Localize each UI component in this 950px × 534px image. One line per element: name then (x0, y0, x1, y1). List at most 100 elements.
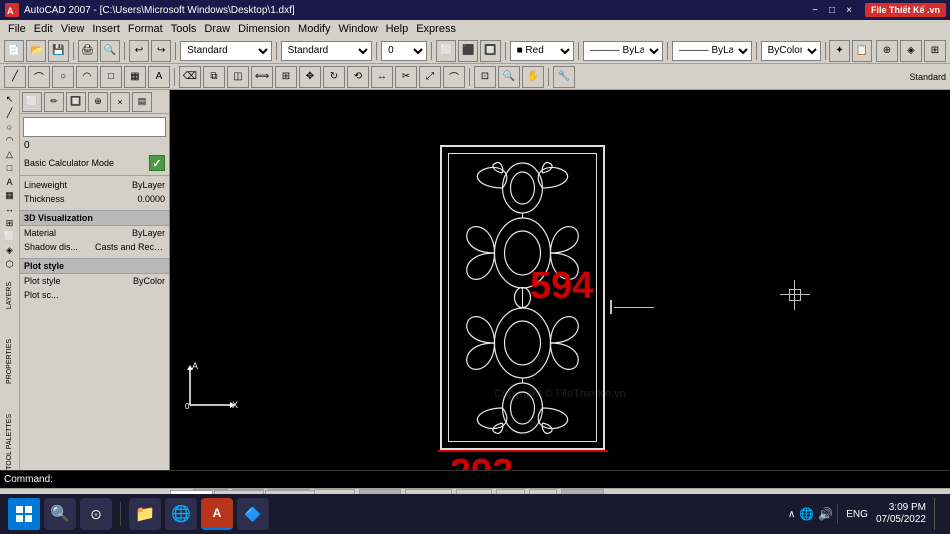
props-icon1[interactable]: ⬜ (22, 92, 42, 112)
erase-btn[interactable]: ⌫ (179, 66, 201, 88)
hatch-btn[interactable]: ▦ (124, 66, 146, 88)
draw-line-tool[interactable]: ╱ (2, 108, 18, 120)
arc-btn[interactable]: ◠ (76, 66, 98, 88)
canvas-area[interactable]: 594 293 X A 0 Copyright © FileThietKe.vn (170, 90, 950, 470)
fillet-btn[interactable]: ⌒ (443, 66, 465, 88)
draw-dim-tool[interactable]: ↔ (2, 204, 18, 216)
offset-btn[interactable]: ⟺ (251, 66, 273, 88)
undo-btn[interactable]: ↩ (129, 40, 149, 62)
menu-dimension[interactable]: Dimension (234, 22, 294, 36)
menu-help[interactable]: Help (382, 22, 413, 36)
taskbar-chrome[interactable]: 🌐 (165, 498, 197, 530)
menu-format[interactable]: Format (124, 22, 167, 36)
rotate-btn[interactable]: ↻ (323, 66, 345, 88)
plotstyle-dropdown[interactable]: ByColor (761, 41, 821, 61)
menu-view[interactable]: View (57, 22, 89, 36)
extend-btn[interactable]: ⤢ (419, 66, 441, 88)
redo-btn[interactable]: ↪ (151, 40, 171, 62)
draw-snap-tool[interactable]: ◈ (2, 245, 18, 257)
preview-btn[interactable]: 🔍 (100, 40, 120, 62)
close-button[interactable]: × (841, 3, 857, 17)
draw-text-tool[interactable]: A (2, 176, 18, 188)
start-button[interactable] (8, 498, 40, 530)
tray-sound[interactable]: 🔊 (818, 507, 833, 521)
layer-btn1[interactable]: ⬜ (436, 40, 456, 62)
toolpalettes-label[interactable]: TOOL PALETTES (6, 414, 13, 470)
command-input[interactable] (53, 474, 946, 485)
draw-arc-tool[interactable]: ◠ (2, 135, 18, 147)
save-btn[interactable]: 💾 (48, 40, 68, 62)
props-icon2[interactable]: ✏ (44, 92, 64, 112)
properties-label[interactable]: PROPERTIES (6, 339, 13, 384)
minimize-button[interactable]: − (807, 3, 823, 17)
draw-rect-tool[interactable]: □ (2, 162, 18, 174)
trim-btn[interactable]: ✂ (395, 66, 417, 88)
props-icon5[interactable]: × (110, 92, 130, 112)
layer-btn3[interactable]: 🔲 (480, 40, 500, 62)
rect-btn[interactable]: □ (100, 66, 122, 88)
menu-draw[interactable]: Draw (200, 22, 234, 36)
menu-tools[interactable]: Tools (167, 22, 201, 36)
shadow-key: Shadow dis... (24, 242, 78, 252)
open-btn[interactable]: 📂 (26, 40, 46, 62)
maximize-button[interactable]: □ (824, 3, 840, 17)
color-dropdown[interactable]: ■ Red (510, 41, 574, 61)
ortho-btn[interactable]: ⊕ (876, 40, 898, 62)
menu-insert[interactable]: Insert (88, 22, 124, 36)
style-dropdown[interactable]: Standard (180, 41, 272, 61)
lineweight-dropdown[interactable]: ——— ByLayer (672, 41, 752, 61)
show-desktop[interactable] (934, 498, 942, 530)
move-btn[interactable]: ✥ (299, 66, 321, 88)
zoom-in-btn[interactable]: 🔍 (498, 66, 520, 88)
taskbar-autocad[interactable]: A (201, 498, 233, 530)
shadow-row: Shadow dis... Casts and Receives... (20, 240, 169, 254)
text-btn[interactable]: A (148, 66, 170, 88)
menu-express[interactable]: Express (412, 22, 460, 36)
sep4 (276, 42, 277, 60)
style-dropdown2[interactable]: Standard (281, 41, 373, 61)
draw-layer-tool[interactable]: ⬜ (2, 231, 18, 243)
draw-circle-tool[interactable]: ○ (2, 121, 18, 133)
taskbar-search[interactable]: 🔍 (44, 498, 76, 530)
taskbar-edge[interactable]: 🔷 (237, 498, 269, 530)
draw-poly-tool[interactable]: △ (2, 149, 18, 161)
mirror-btn[interactable]: ◫ (227, 66, 249, 88)
menu-modify[interactable]: Modify (294, 22, 334, 36)
circle-btn[interactable]: ○ (52, 66, 74, 88)
draw-3d-tool[interactable]: ⬡ (2, 258, 18, 270)
pan-btn[interactable]: ✋ (522, 66, 544, 88)
draw-block-tool[interactable]: ⊞ (2, 217, 18, 229)
select-tool[interactable]: ↖ (2, 94, 18, 106)
match-btn[interactable]: ✦ (829, 40, 849, 62)
layer-dropdown[interactable]: 0 (381, 41, 427, 61)
props-icon4[interactable]: ⊕ (88, 92, 108, 112)
print-btn[interactable]: 🖨 (78, 40, 98, 62)
tray-up-arrow[interactable]: ∧ (788, 509, 795, 520)
taskbar-cortana[interactable]: ⊙ (80, 498, 112, 530)
snap-btn[interactable]: ◈ (900, 40, 922, 62)
props-input-field[interactable] (23, 117, 166, 137)
copy-btn[interactable]: ⧉ (203, 66, 225, 88)
linetype-dropdown[interactable]: ——— ByLayer (583, 41, 663, 61)
properties-btn[interactable]: 🔧 (553, 66, 575, 88)
layers-label[interactable]: LAYERS (6, 282, 13, 309)
paste-btn[interactable]: 📋 (852, 40, 872, 62)
zoom-ext-btn[interactable]: ⊡ (474, 66, 496, 88)
props-icon3[interactable]: 🔲 (66, 92, 86, 112)
polyline-btn[interactable]: ⌒ (28, 66, 50, 88)
line-btn[interactable]: ╱ (4, 66, 26, 88)
menu-window[interactable]: Window (334, 22, 381, 36)
draw-hatch-tool[interactable]: ▦ (2, 190, 18, 202)
menu-edit[interactable]: Edit (30, 22, 57, 36)
taskbar-explorer[interactable]: 📁 (129, 498, 161, 530)
scale-btn[interactable]: ⟲ (347, 66, 369, 88)
grid-btn[interactable]: ⊞ (924, 40, 946, 62)
array-btn[interactable]: ⊞ (275, 66, 297, 88)
stretch-btn[interactable]: ↔ (371, 66, 393, 88)
props-icon6[interactable]: ▤ (132, 92, 152, 112)
menu-file[interactable]: File (4, 22, 30, 36)
new-btn[interactable]: 📄 (4, 40, 24, 62)
layer-btn2[interactable]: ⬛ (458, 40, 478, 62)
basic-calc-check[interactable]: ✓ (149, 155, 165, 171)
tray-network[interactable]: 🌐 (799, 507, 814, 521)
